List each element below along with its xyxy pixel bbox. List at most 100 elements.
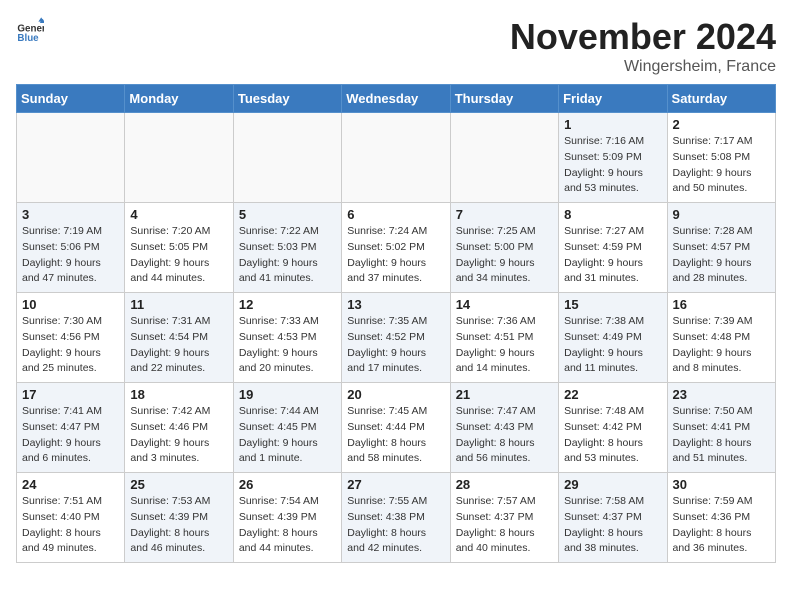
day-info: Sunrise: 7:48 AM Sunset: 4:42 PM Dayligh…	[564, 404, 661, 467]
day-number: 4	[130, 207, 227, 222]
day-number: 16	[673, 297, 770, 312]
day-number: 11	[130, 297, 227, 312]
day-info: Sunrise: 7:22 AM Sunset: 5:03 PM Dayligh…	[239, 224, 336, 287]
calendar-cell: 7 Sunrise: 7:25 AM Sunset: 5:00 PM Daylig…	[450, 203, 558, 293]
calendar-cell: 8 Sunrise: 7:27 AM Sunset: 4:59 PM Daylig…	[559, 203, 667, 293]
day-number: 10	[22, 297, 119, 312]
column-header-thursday: Thursday	[450, 85, 558, 113]
column-header-sunday: Sunday	[17, 85, 125, 113]
day-number: 3	[22, 207, 119, 222]
svg-text:Blue: Blue	[17, 33, 39, 44]
calendar-cell: 17Sunrise: 7:41 AM Sunset: 4:47 PM Dayli…	[17, 383, 125, 473]
calendar-cell: 27 Sunrise: 7:55 AM Sunset: 4:38 PM Dayli…	[342, 473, 450, 563]
calendar-cell: 30Sunrise: 7:59 AM Sunset: 4:36 PM Dayli…	[667, 473, 775, 563]
calendar-cell: 25 Sunrise: 7:53 AM Sunset: 4:39 PM Dayli…	[125, 473, 233, 563]
day-info: Sunrise: 7:44 AM Sunset: 4:45 PM Dayligh…	[239, 404, 336, 467]
day-info: Sunrise: 7:35 AM Sunset: 4:52 PM Dayligh…	[347, 314, 444, 377]
day-info: Sunrise: 7:20 AM Sunset: 5:05 PM Dayligh…	[130, 224, 227, 287]
day-info: Sunrise: 7:33 AM Sunset: 4:53 PM Dayligh…	[239, 314, 336, 377]
day-info: Sunrise: 7:42 AM Sunset: 4:46 PM Dayligh…	[130, 404, 227, 467]
calendar-cell: 12 Sunrise: 7:33 AM Sunset: 4:53 PM Dayli…	[233, 293, 341, 383]
day-info: Sunrise: 7:30 AM Sunset: 4:56 PM Dayligh…	[22, 314, 119, 377]
day-info: Sunrise: 7:39 AM Sunset: 4:48 PM Dayligh…	[673, 314, 770, 377]
day-number: 25	[130, 477, 227, 492]
day-number: 29	[564, 477, 661, 492]
day-number: 21	[456, 387, 553, 402]
day-number: 9	[673, 207, 770, 222]
day-number: 7	[456, 207, 553, 222]
calendar-cell: 24Sunrise: 7:51 AM Sunset: 4:40 PM Dayli…	[17, 473, 125, 563]
day-number: 6	[347, 207, 444, 222]
calendar-cell: 23 Sunrise: 7:50 AM Sunset: 4:41 PM Dayli…	[667, 383, 775, 473]
day-info: Sunrise: 7:16 AM Sunset: 5:09 PM Dayligh…	[564, 134, 661, 197]
day-number: 28	[456, 477, 553, 492]
day-number: 20	[347, 387, 444, 402]
calendar-cell: 21 Sunrise: 7:47 AM Sunset: 4:43 PM Dayli…	[450, 383, 558, 473]
day-info: Sunrise: 7:25 AM Sunset: 5:00 PM Dayligh…	[456, 224, 553, 287]
day-info: Sunrise: 7:24 AM Sunset: 5:02 PM Dayligh…	[347, 224, 444, 287]
day-number: 2	[673, 117, 770, 132]
calendar-cell: 20 Sunrise: 7:45 AM Sunset: 4:44 PM Dayli…	[342, 383, 450, 473]
calendar-cell: 11 Sunrise: 7:31 AM Sunset: 4:54 PM Dayli…	[125, 293, 233, 383]
day-info: Sunrise: 7:27 AM Sunset: 4:59 PM Dayligh…	[564, 224, 661, 287]
day-number: 19	[239, 387, 336, 402]
logo: General Blue	[16, 16, 44, 44]
calendar-cell	[125, 113, 233, 203]
calendar-cell: 2 Sunrise: 7:17 AM Sunset: 5:08 PM Daylig…	[667, 113, 775, 203]
calendar-week-5: 24Sunrise: 7:51 AM Sunset: 4:40 PM Dayli…	[17, 473, 776, 563]
calendar-cell: 4 Sunrise: 7:20 AM Sunset: 5:05 PM Daylig…	[125, 203, 233, 293]
day-info: Sunrise: 7:36 AM Sunset: 4:51 PM Dayligh…	[456, 314, 553, 377]
calendar-cell: 13 Sunrise: 7:35 AM Sunset: 4:52 PM Dayli…	[342, 293, 450, 383]
calendar-cell: 6 Sunrise: 7:24 AM Sunset: 5:02 PM Daylig…	[342, 203, 450, 293]
day-info: Sunrise: 7:41 AM Sunset: 4:47 PM Dayligh…	[22, 404, 119, 467]
day-info: Sunrise: 7:45 AM Sunset: 4:44 PM Dayligh…	[347, 404, 444, 467]
calendar-week-3: 10 Sunrise: 7:30 AM Sunset: 4:56 PM Dayli…	[17, 293, 776, 383]
day-info: Sunrise: 7:55 AM Sunset: 4:38 PM Dayligh…	[347, 494, 444, 557]
day-info: Sunrise: 7:51 AM Sunset: 4:40 PM Dayligh…	[22, 494, 119, 557]
day-number: 23	[673, 387, 770, 402]
header: General Blue November 2024 Wingersheim, …	[16, 16, 776, 76]
logo-icon: General Blue	[16, 16, 44, 44]
calendar-cell: 1Sunrise: 7:16 AM Sunset: 5:09 PM Daylig…	[559, 113, 667, 203]
calendar-cell	[450, 113, 558, 203]
month-title: November 2024	[510, 16, 776, 58]
calendar-table: SundayMondayTuesdayWednesdayThursdayFrid…	[16, 84, 776, 563]
column-header-saturday: Saturday	[667, 85, 775, 113]
calendar-cell: 29Sunrise: 7:58 AM Sunset: 4:37 PM Dayli…	[559, 473, 667, 563]
day-info: Sunrise: 7:47 AM Sunset: 4:43 PM Dayligh…	[456, 404, 553, 467]
column-header-monday: Monday	[125, 85, 233, 113]
day-number: 22	[564, 387, 661, 402]
calendar-cell: 19 Sunrise: 7:44 AM Sunset: 4:45 PM Dayli…	[233, 383, 341, 473]
day-number: 12	[239, 297, 336, 312]
day-info: Sunrise: 7:17 AM Sunset: 5:08 PM Dayligh…	[673, 134, 770, 197]
day-info: Sunrise: 7:57 AM Sunset: 4:37 PM Dayligh…	[456, 494, 553, 557]
day-number: 13	[347, 297, 444, 312]
calendar-cell: 15 Sunrise: 7:38 AM Sunset: 4:49 PM Dayli…	[559, 293, 667, 383]
day-number: 18	[130, 387, 227, 402]
calendar-cell: 28 Sunrise: 7:57 AM Sunset: 4:37 PM Dayli…	[450, 473, 558, 563]
day-info: Sunrise: 7:28 AM Sunset: 4:57 PM Dayligh…	[673, 224, 770, 287]
calendar-cell: 16 Sunrise: 7:39 AM Sunset: 4:48 PM Dayli…	[667, 293, 775, 383]
column-header-friday: Friday	[559, 85, 667, 113]
day-number: 15	[564, 297, 661, 312]
day-info: Sunrise: 7:31 AM Sunset: 4:54 PM Dayligh…	[130, 314, 227, 377]
day-info: Sunrise: 7:54 AM Sunset: 4:39 PM Dayligh…	[239, 494, 336, 557]
day-number: 8	[564, 207, 661, 222]
calendar-cell: 14Sunrise: 7:36 AM Sunset: 4:51 PM Dayli…	[450, 293, 558, 383]
day-info: Sunrise: 7:50 AM Sunset: 4:41 PM Dayligh…	[673, 404, 770, 467]
calendar-cell: 10 Sunrise: 7:30 AM Sunset: 4:56 PM Dayli…	[17, 293, 125, 383]
day-number: 27	[347, 477, 444, 492]
column-header-tuesday: Tuesday	[233, 85, 341, 113]
day-number: 30	[673, 477, 770, 492]
day-number: 5	[239, 207, 336, 222]
day-info: Sunrise: 7:38 AM Sunset: 4:49 PM Dayligh…	[564, 314, 661, 377]
calendar-cell: 5 Sunrise: 7:22 AM Sunset: 5:03 PM Daylig…	[233, 203, 341, 293]
day-info: Sunrise: 7:53 AM Sunset: 4:39 PM Dayligh…	[130, 494, 227, 557]
calendar-week-1: 1Sunrise: 7:16 AM Sunset: 5:09 PM Daylig…	[17, 113, 776, 203]
location-title: Wingersheim, France	[510, 58, 776, 76]
calendar-cell: 22 Sunrise: 7:48 AM Sunset: 4:42 PM Dayli…	[559, 383, 667, 473]
calendar-week-2: 3Sunrise: 7:19 AM Sunset: 5:06 PM Daylig…	[17, 203, 776, 293]
column-header-wednesday: Wednesday	[342, 85, 450, 113]
calendar-cell	[233, 113, 341, 203]
calendar-cell: 18 Sunrise: 7:42 AM Sunset: 4:46 PM Dayli…	[125, 383, 233, 473]
